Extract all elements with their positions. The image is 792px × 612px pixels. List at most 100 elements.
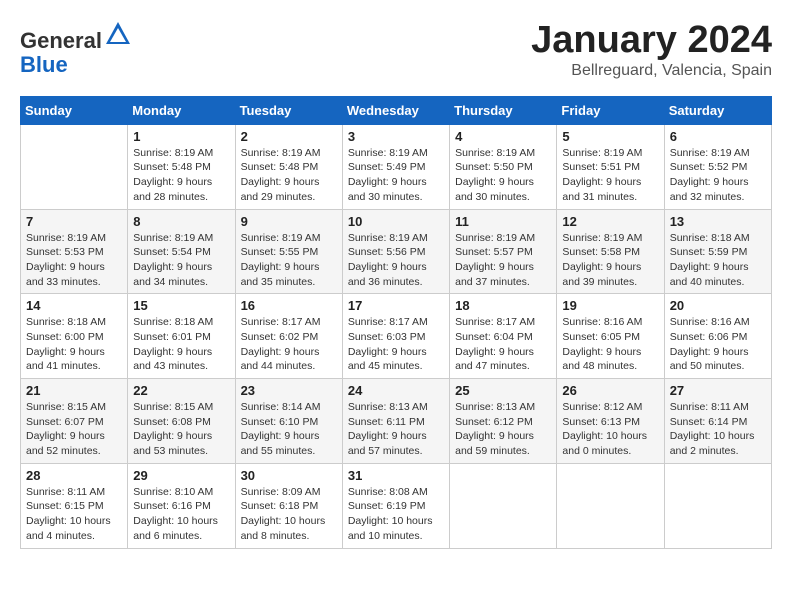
- day-number: 4: [455, 129, 551, 144]
- day-header-thursday: Thursday: [450, 96, 557, 124]
- calendar-body: 1 Sunrise: 8:19 AM Sunset: 5:48 PM Daylig…: [21, 124, 772, 548]
- day-number: 28: [26, 468, 122, 483]
- day-number: 29: [133, 468, 229, 483]
- day-info: Sunrise: 8:11 AM Sunset: 6:15 PM Dayligh…: [26, 485, 122, 544]
- day-info: Sunrise: 8:09 AM Sunset: 6:18 PM Dayligh…: [241, 485, 337, 544]
- calendar-cell: 2Sunrise: 8:19 AM Sunset: 5:48 PM Daylig…: [235, 124, 342, 209]
- day-header-wednesday: Wednesday: [342, 96, 449, 124]
- logo-icon: [104, 20, 132, 48]
- calendar-cell: 20 Sunrise: 8:16 AM Sunset: 6:06 PM Dayli…: [664, 294, 771, 379]
- calendar-cell: 25 Sunrise: 8:13 AM Sunset: 6:12 PM Dayli…: [450, 379, 557, 464]
- day-number: 27: [670, 383, 766, 398]
- calendar-cell: 8Sunrise: 8:19 AM Sunset: 5:54 PM Daylig…: [128, 209, 235, 294]
- day-info: Sunrise: 8:18 AM Sunset: 5:59 PM Dayligh…: [670, 231, 766, 290]
- calendar-cell: 1 Sunrise: 8:19 AM Sunset: 5:48 PM Daylig…: [128, 124, 235, 209]
- calendar-cell: 7Sunrise: 8:19 AM Sunset: 5:53 PM Daylig…: [21, 209, 128, 294]
- day-number: 9: [241, 214, 337, 229]
- calendar-week-3: 14 Sunrise: 8:18 AM Sunset: 6:00 PM Dayli…: [21, 294, 772, 379]
- day-number: 14: [26, 298, 122, 313]
- day-info: Sunrise: 8:19 AM Sunset: 5:49 PM Dayligh…: [348, 146, 444, 205]
- calendar-cell: 3 Sunrise: 8:19 AM Sunset: 5:49 PM Daylig…: [342, 124, 449, 209]
- day-info: Sunrise: 8:17 AM Sunset: 6:04 PM Dayligh…: [455, 315, 551, 374]
- calendar-week-1: 1 Sunrise: 8:19 AM Sunset: 5:48 PM Daylig…: [21, 124, 772, 209]
- calendar-cell: 27 Sunrise: 8:11 AM Sunset: 6:14 PM Dayli…: [664, 379, 771, 464]
- day-number: 26: [562, 383, 658, 398]
- day-number: 21: [26, 383, 122, 398]
- day-info: Sunrise: 8:19 AM Sunset: 5:52 PM Dayligh…: [670, 146, 766, 205]
- day-number: 31: [348, 468, 444, 483]
- logo-general: General: [20, 28, 102, 53]
- day-info: Sunrise: 8:19 AM Sunset: 5:56 PM Dayligh…: [348, 231, 444, 290]
- day-header-monday: Monday: [128, 96, 235, 124]
- title-block: January 2024 Bellreguard, Valencia, Spai…: [531, 20, 772, 80]
- day-number: 10: [348, 214, 444, 229]
- calendar-cell: [21, 124, 128, 209]
- day-info: Sunrise: 8:19 AM Sunset: 5:48 PM Dayligh…: [241, 146, 337, 205]
- calendar-cell: 10 Sunrise: 8:19 AM Sunset: 5:56 PM Dayli…: [342, 209, 449, 294]
- day-number: 13: [670, 214, 766, 229]
- day-info: Sunrise: 8:11 AM Sunset: 6:14 PM Dayligh…: [670, 400, 766, 459]
- day-number: 20: [670, 298, 766, 313]
- calendar-cell: 6 Sunrise: 8:19 AM Sunset: 5:52 PM Daylig…: [664, 124, 771, 209]
- day-header-tuesday: Tuesday: [235, 96, 342, 124]
- day-info: Sunrise: 8:19 AM Sunset: 5:53 PM Dayligh…: [26, 231, 122, 290]
- calendar-cell: 24 Sunrise: 8:13 AM Sunset: 6:11 PM Dayli…: [342, 379, 449, 464]
- day-number: 24: [348, 383, 444, 398]
- calendar-cell: 11Sunrise: 8:19 AM Sunset: 5:57 PM Dayli…: [450, 209, 557, 294]
- calendar-cell: [450, 463, 557, 548]
- day-info: Sunrise: 8:17 AM Sunset: 6:03 PM Dayligh…: [348, 315, 444, 374]
- calendar-cell: 30 Sunrise: 8:09 AM Sunset: 6:18 PM Dayli…: [235, 463, 342, 548]
- day-info: Sunrise: 8:19 AM Sunset: 5:51 PM Dayligh…: [562, 146, 658, 205]
- calendar-week-2: 7Sunrise: 8:19 AM Sunset: 5:53 PM Daylig…: [21, 209, 772, 294]
- day-info: Sunrise: 8:15 AM Sunset: 6:08 PM Dayligh…: [133, 400, 229, 459]
- day-info: Sunrise: 8:16 AM Sunset: 6:05 PM Dayligh…: [562, 315, 658, 374]
- day-number: 18: [455, 298, 551, 313]
- calendar-week-5: 28 Sunrise: 8:11 AM Sunset: 6:15 PM Dayli…: [21, 463, 772, 548]
- calendar-cell: 18 Sunrise: 8:17 AM Sunset: 6:04 PM Dayli…: [450, 294, 557, 379]
- day-info: Sunrise: 8:19 AM Sunset: 5:50 PM Dayligh…: [455, 146, 551, 205]
- day-number: 15: [133, 298, 229, 313]
- page-header: General Blue January 2024 Bellreguard, V…: [20, 20, 772, 80]
- calendar-cell: 9 Sunrise: 8:19 AM Sunset: 5:55 PM Daylig…: [235, 209, 342, 294]
- day-info: Sunrise: 8:12 AM Sunset: 6:13 PM Dayligh…: [562, 400, 658, 459]
- day-info: Sunrise: 8:17 AM Sunset: 6:02 PM Dayligh…: [241, 315, 337, 374]
- calendar-title: January 2024: [531, 20, 772, 62]
- calendar-header: SundayMondayTuesdayWednesdayThursdayFrid…: [21, 96, 772, 124]
- day-header-friday: Friday: [557, 96, 664, 124]
- calendar-cell: 29 Sunrise: 8:10 AM Sunset: 6:16 PM Dayli…: [128, 463, 235, 548]
- day-info: Sunrise: 8:08 AM Sunset: 6:19 PM Dayligh…: [348, 485, 444, 544]
- calendar-cell: [664, 463, 771, 548]
- calendar-week-4: 21Sunrise: 8:15 AM Sunset: 6:07 PM Dayli…: [21, 379, 772, 464]
- day-number: 25: [455, 383, 551, 398]
- calendar-cell: 21Sunrise: 8:15 AM Sunset: 6:07 PM Dayli…: [21, 379, 128, 464]
- day-number: 3: [348, 129, 444, 144]
- day-number: 6: [670, 129, 766, 144]
- calendar-cell: 23Sunrise: 8:14 AM Sunset: 6:10 PM Dayli…: [235, 379, 342, 464]
- calendar-location: Bellreguard, Valencia, Spain: [531, 62, 772, 80]
- calendar-cell: 19 Sunrise: 8:16 AM Sunset: 6:05 PM Dayli…: [557, 294, 664, 379]
- calendar-cell: 16Sunrise: 8:17 AM Sunset: 6:02 PM Dayli…: [235, 294, 342, 379]
- day-info: Sunrise: 8:16 AM Sunset: 6:06 PM Dayligh…: [670, 315, 766, 374]
- calendar-cell: 17 Sunrise: 8:17 AM Sunset: 6:03 PM Dayli…: [342, 294, 449, 379]
- day-header-sunday: Sunday: [21, 96, 128, 124]
- day-info: Sunrise: 8:13 AM Sunset: 6:11 PM Dayligh…: [348, 400, 444, 459]
- day-info: Sunrise: 8:18 AM Sunset: 6:00 PM Dayligh…: [26, 315, 122, 374]
- day-number: 5: [562, 129, 658, 144]
- calendar-cell: 12 Sunrise: 8:19 AM Sunset: 5:58 PM Dayli…: [557, 209, 664, 294]
- day-number: 1: [133, 129, 229, 144]
- day-header-saturday: Saturday: [664, 96, 771, 124]
- day-info: Sunrise: 8:19 AM Sunset: 5:57 PM Dayligh…: [455, 231, 551, 290]
- calendar-cell: 5 Sunrise: 8:19 AM Sunset: 5:51 PM Daylig…: [557, 124, 664, 209]
- day-number: 17: [348, 298, 444, 313]
- day-number: 22: [133, 383, 229, 398]
- day-number: 12: [562, 214, 658, 229]
- logo-blue: Blue: [20, 52, 68, 77]
- day-info: Sunrise: 8:19 AM Sunset: 5:58 PM Dayligh…: [562, 231, 658, 290]
- day-info: Sunrise: 8:19 AM Sunset: 5:55 PM Dayligh…: [241, 231, 337, 290]
- calendar-cell: 31 Sunrise: 8:08 AM Sunset: 6:19 PM Dayli…: [342, 463, 449, 548]
- day-number: 19: [562, 298, 658, 313]
- day-info: Sunrise: 8:10 AM Sunset: 6:16 PM Dayligh…: [133, 485, 229, 544]
- day-number: 30: [241, 468, 337, 483]
- day-info: Sunrise: 8:13 AM Sunset: 6:12 PM Dayligh…: [455, 400, 551, 459]
- day-info: Sunrise: 8:19 AM Sunset: 5:48 PM Dayligh…: [133, 146, 229, 205]
